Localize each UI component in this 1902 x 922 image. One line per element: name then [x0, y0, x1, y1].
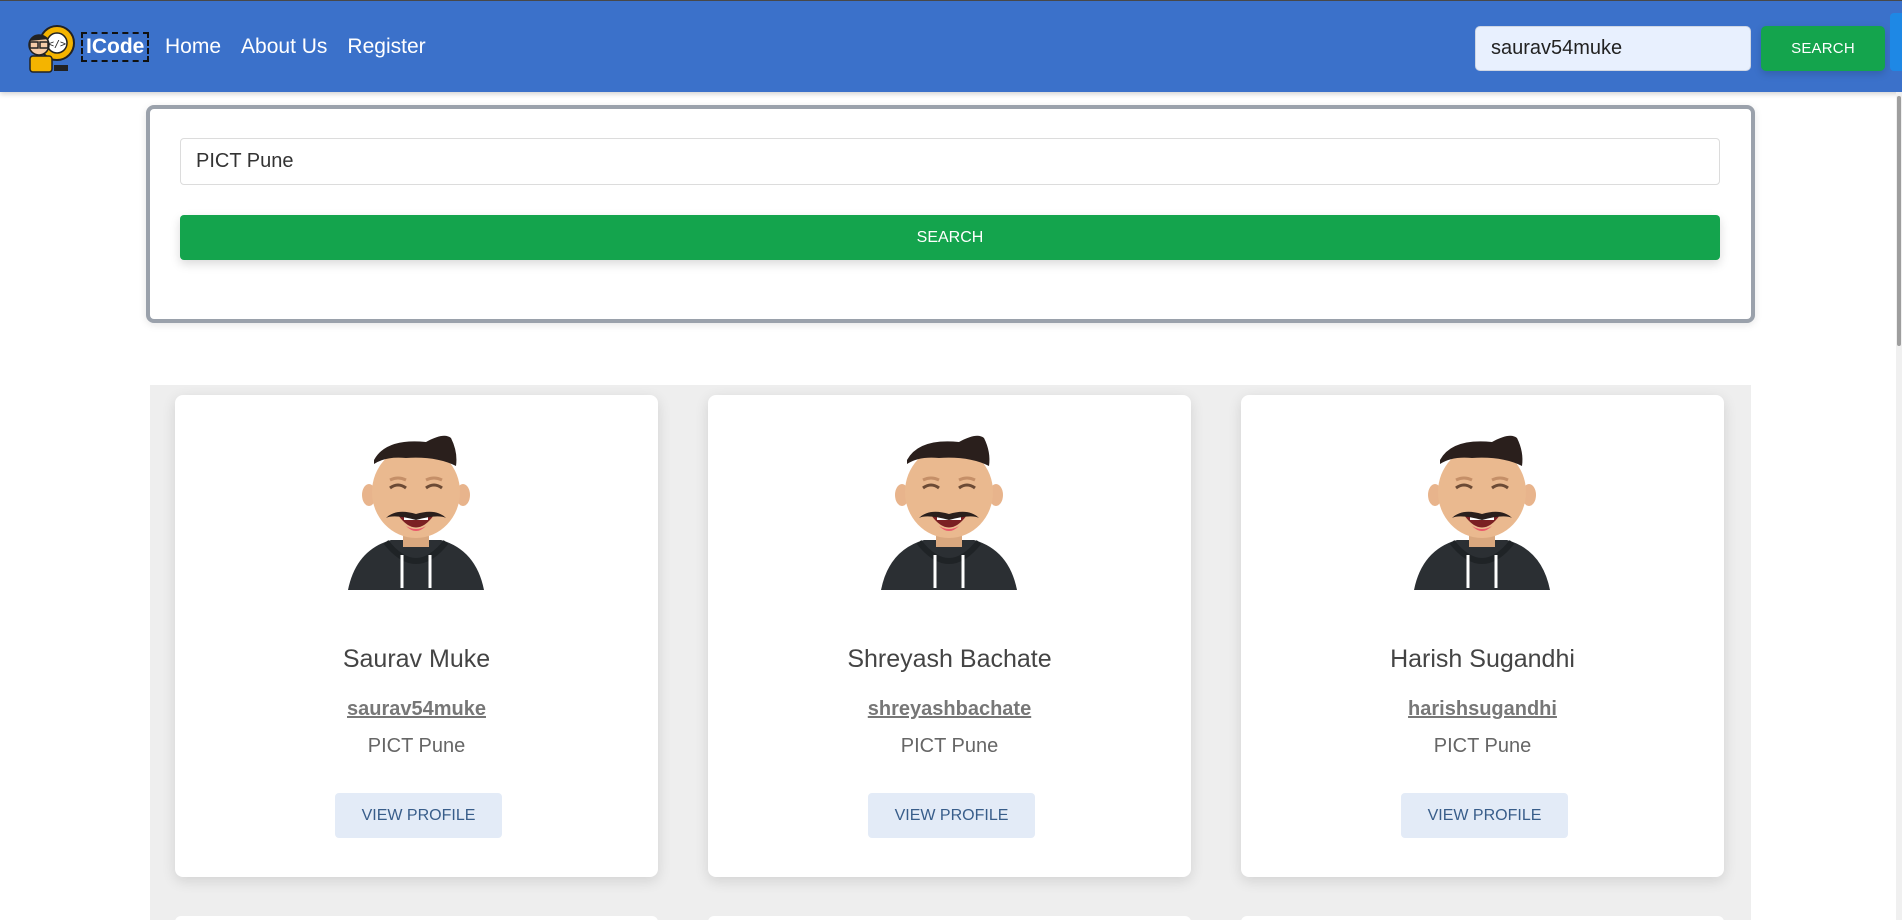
avatar-icon: [348, 435, 484, 590]
svg-text:</>: </>: [48, 39, 66, 50]
user-handle-link[interactable]: shreyashbachate: [708, 698, 1191, 721]
nav-home-link[interactable]: Home: [165, 35, 221, 59]
view-profile-button[interactable]: VIEW PROFILE: [1401, 793, 1568, 838]
next-card-peek: [1241, 916, 1724, 922]
user-card: Saurav Muke saurav54muke PICT Pune VIEW …: [175, 395, 658, 877]
next-card-peek: [708, 916, 1191, 922]
brand-name[interactable]: ICode: [81, 32, 150, 62]
view-profile-button[interactable]: VIEW PROFILE: [868, 793, 1035, 838]
avatar-icon: [881, 435, 1017, 590]
view-profile-button[interactable]: VIEW PROFILE: [335, 793, 502, 838]
college-search-button[interactable]: SEARCH: [180, 215, 1720, 260]
user-name: Saurav Muke: [342, 645, 491, 673]
nav-links: Home About Us Register: [165, 35, 426, 59]
user-card: Harish Sugandhi harishsugandhi PICT Pune…: [1241, 395, 1724, 877]
user-name: Harish Sugandhi: [1390, 645, 1575, 673]
user-name: Shreyash Bachate: [847, 645, 1052, 673]
logo-icon[interactable]: </>: [24, 21, 78, 75]
user-handle-link[interactable]: saurav54muke: [175, 698, 658, 721]
avatar-icon: [1414, 435, 1550, 590]
user-college: PICT Pune: [900, 735, 999, 757]
nav-register-link[interactable]: Register: [347, 35, 425, 59]
scrollbar-thumb[interactable]: [1897, 96, 1901, 346]
nav-about-link[interactable]: About Us: [241, 35, 327, 59]
user-search-input[interactable]: [1475, 26, 1751, 71]
user-college: PICT Pune: [1433, 735, 1532, 757]
college-search-input[interactable]: [180, 138, 1720, 185]
user-handle-link[interactable]: harishsugandhi: [1241, 698, 1724, 721]
user-card: Shreyash Bachate shreyashbachate PICT Pu…: [708, 395, 1191, 877]
user-college: PICT Pune: [367, 735, 466, 757]
navbar: </> ICode Home About Us Register SEARCH: [0, 1, 1902, 92]
user-search-button[interactable]: SEARCH: [1761, 26, 1885, 71]
next-card-peek: [175, 916, 658, 922]
edge-widget: [1890, 13, 1902, 71]
